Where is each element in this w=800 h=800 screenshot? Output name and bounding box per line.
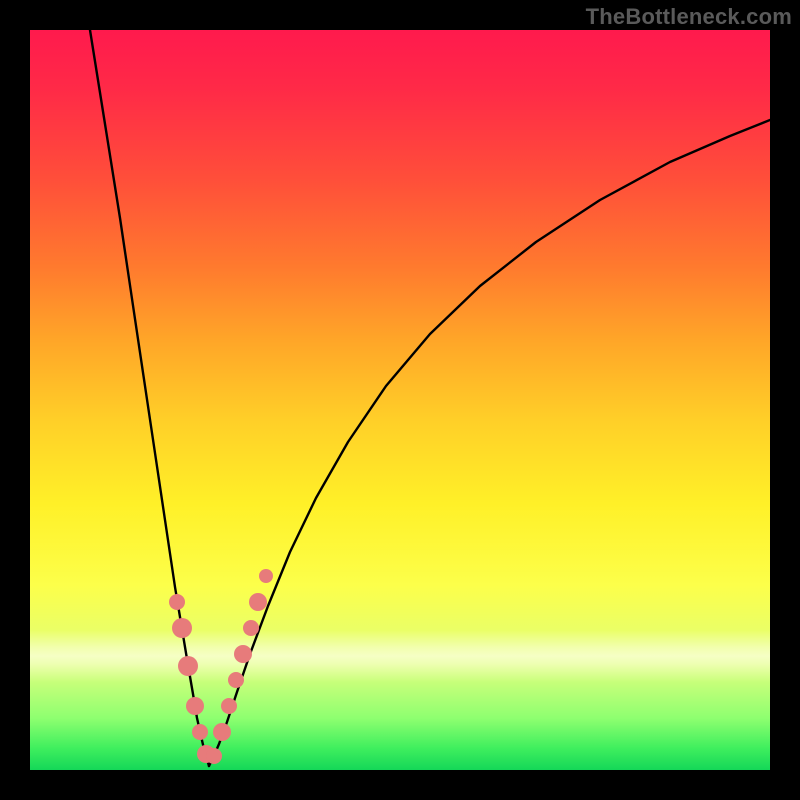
data-marker (186, 697, 204, 715)
data-marker (259, 569, 273, 583)
data-marker (228, 672, 244, 688)
data-markers (169, 569, 273, 764)
chart-svg (30, 30, 770, 770)
data-marker (206, 748, 222, 764)
data-marker (243, 620, 259, 636)
curve-left-branch (90, 30, 209, 766)
data-marker (192, 724, 208, 740)
data-marker (213, 723, 231, 741)
plot-area (30, 30, 770, 770)
data-marker (178, 656, 198, 676)
data-marker (234, 645, 252, 663)
data-marker (249, 593, 267, 611)
chart-frame: TheBottleneck.com (0, 0, 800, 800)
data-marker (172, 618, 192, 638)
watermark-text: TheBottleneck.com (586, 4, 792, 30)
bottleneck-curve (90, 30, 770, 766)
curve-right-branch (209, 120, 770, 766)
data-marker (169, 594, 185, 610)
data-marker (221, 698, 237, 714)
